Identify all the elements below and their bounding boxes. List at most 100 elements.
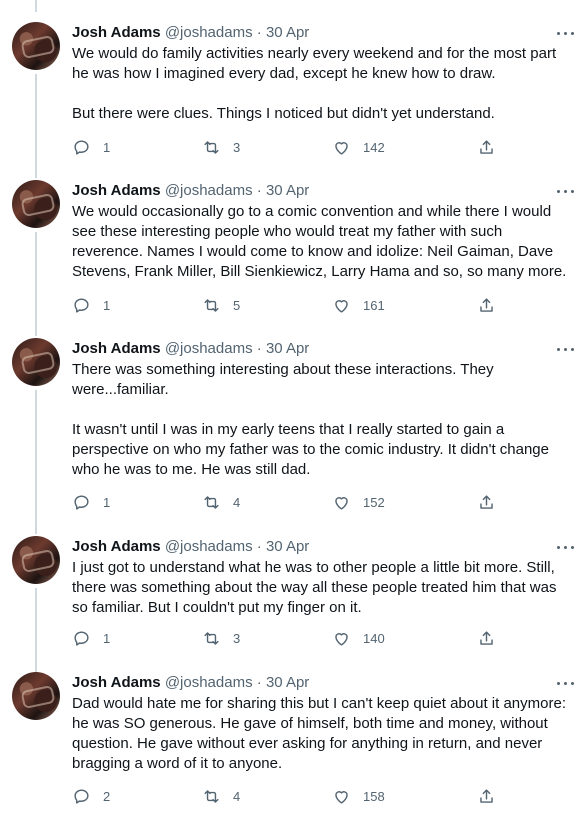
like-button[interactable]: 158 bbox=[332, 784, 385, 808]
avatar[interactable] bbox=[12, 338, 60, 386]
tweet-header: Josh Adams @joshadams · 30 Apr bbox=[72, 339, 309, 359]
tweet-header: Josh Adams @joshadams · 30 Apr bbox=[72, 23, 309, 43]
tweet-actions: 1 3 142 bbox=[72, 135, 502, 159]
tweet-date[interactable]: 30 Apr bbox=[266, 674, 309, 691]
tweet-header: Josh Adams @joshadams · 30 Apr bbox=[72, 673, 309, 693]
retweet-button[interactable]: 3 bbox=[202, 135, 240, 159]
more-options-icon[interactable] bbox=[556, 673, 576, 693]
tweet-actions: 2 4 158 bbox=[72, 784, 502, 808]
tweet-date[interactable]: 30 Apr bbox=[266, 24, 309, 41]
share-icon bbox=[480, 630, 493, 645]
reply-button[interactable]: 1 bbox=[72, 626, 110, 650]
tweet-text: Dad would hate me for sharing this but I… bbox=[72, 694, 572, 774]
heart-icon bbox=[335, 632, 348, 646]
tweet-paragraph: Dad would hate me for sharing this but I… bbox=[72, 695, 566, 772]
tweet-text: We would do family activities nearly eve… bbox=[72, 44, 572, 124]
thread-line bbox=[35, 0, 37, 12]
retweet-button[interactable]: 3 bbox=[202, 626, 240, 650]
retweet-count: 4 bbox=[233, 788, 241, 804]
retweet-button[interactable]: 4 bbox=[202, 784, 240, 808]
thread-line bbox=[35, 390, 37, 534]
retweet-icon bbox=[204, 631, 219, 645]
heart-icon bbox=[335, 299, 348, 313]
retweet-count: 3 bbox=[233, 139, 241, 155]
retweet-count: 4 bbox=[233, 494, 241, 510]
avatar[interactable] bbox=[12, 536, 60, 584]
retweet-button[interactable]: 5 bbox=[202, 293, 240, 317]
reply-count: 1 bbox=[103, 494, 111, 510]
retweet-icon bbox=[204, 140, 219, 154]
author-name[interactable]: Josh Adams bbox=[72, 538, 161, 555]
share-icon bbox=[480, 297, 493, 312]
author-name[interactable]: Josh Adams bbox=[72, 340, 161, 357]
author-handle[interactable]: @joshadams bbox=[165, 674, 253, 691]
avatar[interactable] bbox=[12, 672, 60, 720]
tweet-header: Josh Adams @joshadams · 30 Apr bbox=[72, 537, 309, 557]
heart-icon bbox=[335, 790, 348, 804]
tweet-paragraph: We would occasionally go to a comic conv… bbox=[72, 203, 567, 280]
like-button[interactable]: 152 bbox=[332, 490, 385, 514]
reply-button[interactable]: 1 bbox=[72, 293, 110, 317]
like-count: 152 bbox=[363, 494, 385, 510]
tweet-actions: 1 4 152 bbox=[72, 490, 502, 514]
tweet-date[interactable]: 30 Apr bbox=[266, 340, 309, 357]
more-options-icon[interactable] bbox=[556, 23, 576, 43]
tweet-text: We would occasionally go to a comic conv… bbox=[72, 202, 572, 282]
author-handle[interactable]: @joshadams bbox=[165, 340, 253, 357]
reply-icon bbox=[74, 139, 89, 155]
avatar[interactable] bbox=[12, 180, 60, 228]
share-button[interactable] bbox=[477, 293, 496, 317]
share-icon bbox=[480, 788, 493, 803]
author-handle[interactable]: @joshadams bbox=[165, 538, 253, 555]
retweet-icon bbox=[204, 495, 219, 509]
tweet-paragraph: There was something interesting about th… bbox=[72, 361, 494, 398]
share-button[interactable] bbox=[477, 626, 496, 650]
tweet-date[interactable]: 30 Apr bbox=[266, 182, 309, 199]
reply-button[interactable]: 2 bbox=[72, 784, 110, 808]
more-options-icon[interactable] bbox=[556, 537, 576, 557]
tweet-paragraph: But there were clues. Things I noticed b… bbox=[72, 105, 495, 122]
like-button[interactable]: 142 bbox=[332, 135, 385, 159]
like-count: 158 bbox=[363, 788, 385, 804]
share-icon bbox=[480, 139, 493, 154]
heart-icon bbox=[335, 141, 348, 155]
reply-count: 1 bbox=[103, 630, 111, 646]
reply-icon bbox=[74, 788, 89, 804]
avatar[interactable] bbox=[12, 22, 60, 70]
tweet-text: I just got to understand what he was to … bbox=[72, 558, 572, 618]
tweet-actions: 1 3 140 bbox=[72, 626, 502, 650]
tweet-thread: Josh Adams @joshadams · 30 Apr We would … bbox=[0, 0, 588, 813]
share-icon bbox=[480, 494, 493, 509]
retweet-count: 5 bbox=[233, 297, 241, 313]
heart-icon bbox=[335, 496, 348, 510]
more-options-icon[interactable] bbox=[556, 181, 576, 201]
author-handle[interactable]: @joshadams bbox=[165, 182, 253, 199]
thread-line bbox=[35, 588, 37, 672]
retweet-button[interactable]: 4 bbox=[202, 490, 240, 514]
separator: · bbox=[256, 538, 262, 555]
author-handle[interactable]: @joshadams bbox=[165, 24, 253, 41]
author-name[interactable]: Josh Adams bbox=[72, 182, 161, 199]
reply-count: 1 bbox=[103, 297, 111, 313]
separator: · bbox=[256, 674, 262, 691]
like-count: 142 bbox=[363, 139, 385, 155]
like-count: 140 bbox=[363, 630, 385, 646]
share-button[interactable] bbox=[477, 784, 496, 808]
retweet-count: 3 bbox=[233, 630, 241, 646]
separator: · bbox=[256, 340, 262, 357]
like-button[interactable]: 140 bbox=[332, 626, 385, 650]
like-button[interactable]: 161 bbox=[332, 293, 385, 317]
reply-button[interactable]: 1 bbox=[72, 135, 110, 159]
author-name[interactable]: Josh Adams bbox=[72, 674, 161, 691]
tweet-date[interactable]: 30 Apr bbox=[266, 538, 309, 555]
reply-count: 1 bbox=[103, 139, 111, 155]
reply-button[interactable]: 1 bbox=[72, 490, 110, 514]
separator: · bbox=[256, 182, 262, 199]
author-name[interactable]: Josh Adams bbox=[72, 24, 161, 41]
share-button[interactable] bbox=[477, 135, 496, 159]
reply-icon bbox=[74, 630, 89, 646]
share-button[interactable] bbox=[477, 490, 496, 514]
more-options-icon[interactable] bbox=[556, 339, 576, 359]
tweet-text: There was something interesting about th… bbox=[72, 360, 572, 480]
like-count: 161 bbox=[363, 297, 385, 313]
